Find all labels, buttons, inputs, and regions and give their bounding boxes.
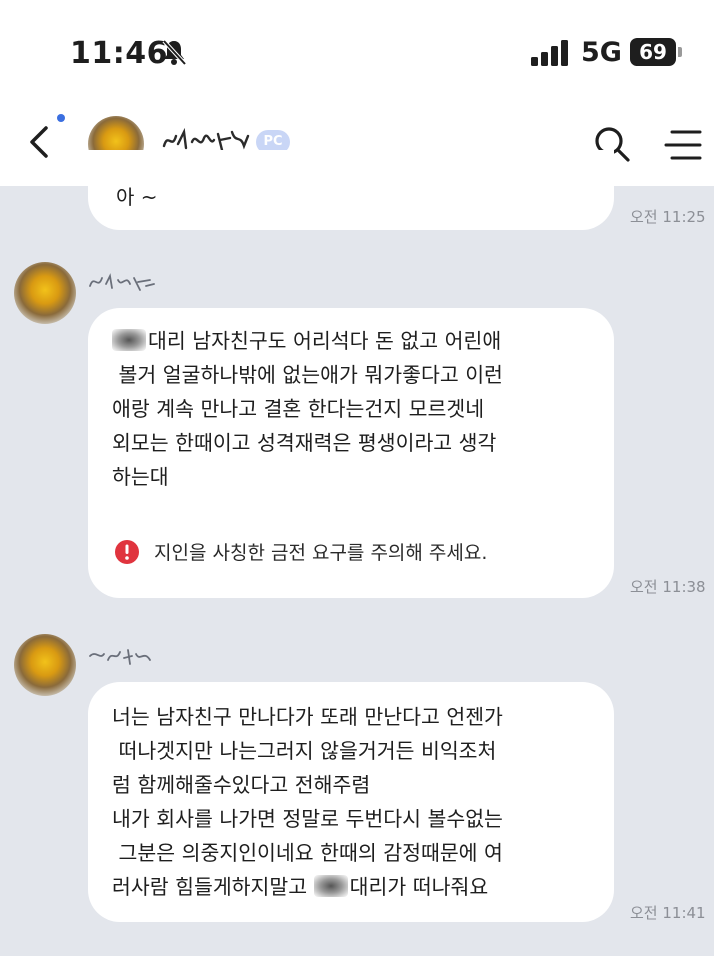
- message-line: 떠나겟지만 나는그러지 않을거거든 비익조처: [112, 739, 497, 763]
- exclamation-circle-icon: [115, 540, 139, 564]
- message-line: 러사람 힘들게하지말고 대리가 떠나줘요: [112, 870, 602, 904]
- message-line: 외모는 한때이고 성격재력은 평생이라고 생각: [112, 431, 497, 455]
- message-bubble[interactable]: 아 ~: [88, 150, 614, 230]
- message-line: 대리 남자친구도 어리석다 돈 없고 어린애: [112, 324, 602, 358]
- message-text: 아 ~: [116, 185, 158, 209]
- redacted-name: [112, 329, 146, 351]
- avatar[interactable]: [14, 262, 76, 324]
- message-body: 너는 남자친구 만나다가 또래 만난다고 언젠가 떠나겟지만 나는그러지 않을거…: [112, 700, 602, 904]
- message-time: 오전 11:41: [630, 904, 706, 922]
- unread-dot: [57, 114, 65, 122]
- message-time: 오전 11:25: [630, 208, 706, 226]
- menu-icon[interactable]: [664, 128, 704, 162]
- message-line: 볼거 얼굴하나밖에 없는애가 뭐가좋다고 이런: [112, 363, 503, 387]
- message-body: 대리 남자친구도 어리석다 돈 없고 어린애 볼거 얼굴하나밖에 없는애가 뭐가…: [112, 324, 602, 494]
- battery-nub: [678, 47, 682, 57]
- message-bubble[interactable]: 너는 남자친구 만나다가 또래 만난다고 언젠가 떠나겟지만 나는그러지 않을거…: [88, 682, 614, 922]
- redacted-name: [313, 875, 348, 897]
- message-line-text: 대리가 떠나줘요: [349, 875, 489, 899]
- chevron-left-icon[interactable]: [24, 122, 54, 162]
- message-line-text: 러사람 힘들게하지말고: [112, 875, 308, 899]
- message-bubble[interactable]: 대리 남자친구도 어리석다 돈 없고 어린애 볼거 얼굴하나밖에 없는애가 뭐가…: [88, 308, 614, 598]
- sender-name: [89, 273, 155, 291]
- message-line: 너는 남자친구 만나다가 또래 만난다고 언젠가: [112, 705, 503, 729]
- status-time: 11:46: [70, 36, 168, 71]
- warning-text: 지인을 사칭한 금전 요구를 주의해 주세요.: [154, 542, 488, 564]
- message-line-text: 대리 남자친구도 어리석다 돈 없고 어린애: [148, 329, 502, 353]
- signal-bars-icon: [531, 40, 568, 66]
- sender-name: [89, 649, 151, 665]
- message-line: 내가 회사를 나가면 정말로 두번다시 볼수없는: [112, 807, 503, 831]
- message-line: 그분은 의중지인이네요 한때의 감정때문에 여: [112, 841, 503, 865]
- message-line: 애랑 계속 만나고 결혼 한다는건지 모르겟네: [112, 397, 485, 421]
- bell-slash-icon: [162, 39, 187, 66]
- battery-level: 69: [630, 38, 676, 66]
- message-line: 하는대: [112, 465, 169, 489]
- fraud-warning[interactable]: 지인을 사칭한 금전 요구를 주의해 주세요.: [88, 518, 614, 598]
- network-type: 5G: [581, 37, 622, 68]
- message-time: 오전 11:38: [630, 578, 706, 596]
- message-line: 럼 함께해줄수있다고 전해주렴: [112, 773, 371, 797]
- avatar[interactable]: [14, 634, 76, 696]
